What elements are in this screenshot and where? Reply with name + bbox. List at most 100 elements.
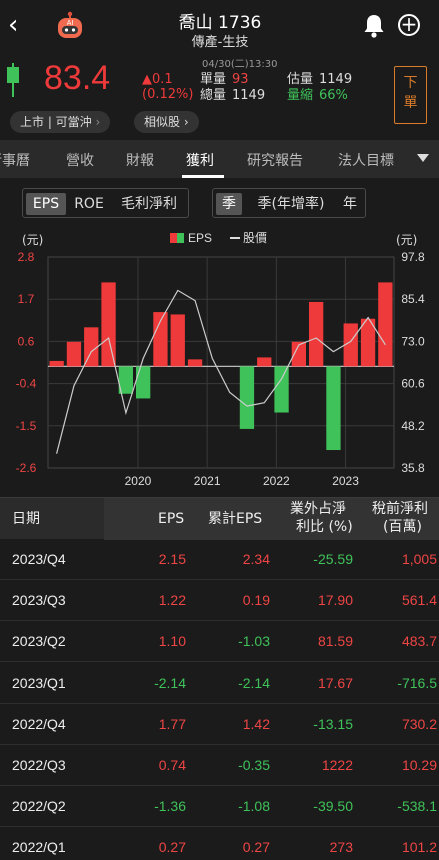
metric-margin[interactable]: 毛利淨利 — [113, 193, 185, 215]
cell-eps: 1.77 — [158, 715, 186, 732]
x-tick-label: 2022 — [263, 474, 290, 488]
eps-chart: 2.8 1.7 0.6 -0.4 -1.5 -2.6 97.8 85.4 73.0 60.6 48.… — [16, 231, 425, 488]
eps-bar — [309, 301, 324, 367]
add-watchlist-icon[interactable]: + — [398, 14, 420, 36]
est-volume-value: 1149 — [319, 72, 353, 87]
eps-bar — [274, 366, 289, 413]
similar-stocks-button[interactable]: 相似股 › — [134, 111, 199, 133]
col-date: 日期 — [12, 511, 40, 527]
metric-roe[interactable]: ROE — [70, 193, 108, 215]
order-button-label: 下單 — [403, 75, 418, 111]
cell-nonop: 273 — [329, 839, 353, 856]
col-pretax-line1: 稅前淨利 — [372, 501, 428, 517]
similar-stocks-label: 相似股 — [144, 115, 181, 129]
table-header: 日期 EPS 累計EPS 業外占淨 利比 (%) 稅前淨利 (百萬) — [0, 497, 439, 540]
table-row[interactable]: 2023/Q4 2.15 2.34 -25.59 1,005 — [0, 539, 439, 580]
period-selector: 季 季(年增率) 年 — [212, 188, 366, 218]
cell-date: 2023/Q1 — [12, 674, 66, 691]
change-value: ▲0.1 — [142, 72, 173, 87]
cell-pretax: 101.2 — [401, 839, 437, 856]
eps-bar — [378, 282, 393, 367]
cell-pretax: 730.2 — [401, 715, 437, 732]
col-cum-eps: 累計EPS — [208, 511, 263, 527]
bell-icon[interactable] — [362, 13, 386, 39]
tab-revenue[interactable]: 營收 — [66, 150, 94, 170]
tab-research[interactable]: 研究報告 — [247, 150, 303, 170]
cell-date: 2023/Q3 — [12, 592, 66, 609]
cell-eps: 2.15 — [158, 551, 186, 567]
x-tick-label: 2020 — [125, 474, 152, 488]
back-arrow-icon[interactable]: ‹ — [8, 12, 28, 40]
x-tick-label: 2023 — [332, 474, 359, 488]
order-button[interactable]: 下單 — [394, 66, 427, 124]
table-row[interactable]: 2023/Q1 -2.14 -2.14 17.67 -716.5 — [0, 663, 439, 704]
period-quarter[interactable]: 季 — [216, 193, 242, 215]
period-quarter-yoy[interactable]: 季(年增率) — [246, 193, 336, 215]
left-tick-label: 1.7 — [18, 292, 35, 306]
eps-bar — [326, 366, 341, 451]
x-tick-label: 2021 — [194, 474, 221, 488]
legend-eps-swatch-green — [177, 233, 184, 243]
eps-bar — [239, 366, 255, 429]
tab-financials[interactable]: 財報 — [126, 150, 154, 170]
col-pretax-line2: (百萬) — [383, 519, 422, 535]
eps-bar — [49, 360, 64, 367]
cell-cum: -2.14 — [238, 674, 270, 691]
total-volume-value: 1149 — [232, 88, 266, 103]
cell-eps: 0.74 — [158, 757, 186, 773]
eps-bar — [136, 366, 151, 399]
cell-nonop: -25.59 — [313, 551, 353, 567]
tab-profit[interactable]: 獲利 — [186, 150, 214, 170]
chevron-right-icon: › — [95, 115, 101, 129]
listing-tag[interactable]: 上市 | 可當沖 › — [10, 111, 111, 133]
metric-selector: EPS ROE 毛利淨利 — [22, 188, 189, 218]
eps-bar — [257, 357, 272, 367]
table-row[interactable]: 2022/Q2 -1.36 -1.08 -39.50 -538.1 — [0, 786, 439, 828]
cell-cum: 0.19 — [242, 592, 270, 609]
active-tab-indicator — [182, 175, 224, 178]
cell-eps: -2.14 — [154, 674, 186, 691]
stock-industry: 傳產-生技 — [191, 35, 249, 50]
eps-bar — [187, 359, 203, 367]
table-row[interactable]: 2022/Q3 0.74 -0.35 1222 10.29 — [0, 745, 439, 786]
single-volume-label: 單量 — [200, 72, 227, 87]
right-tick-label: 97.8 — [401, 250, 425, 264]
left-tick-label: -1.5 — [16, 419, 37, 433]
right-unit: (元) — [396, 233, 417, 247]
cell-nonop: 17.67 — [317, 674, 353, 691]
price-change: ▲0.1 (0.12%) — [142, 72, 193, 102]
cell-nonop: 81.59 — [317, 633, 353, 650]
right-tick-label: 85.4 — [401, 292, 425, 306]
caret-down-icon — [417, 154, 429, 162]
cell-date: 2023/Q4 — [12, 551, 66, 567]
left-tick-label: 0.6 — [18, 334, 35, 348]
svg-text:AI: AI — [67, 20, 74, 27]
current-price: 83.4 — [44, 59, 111, 97]
cell-pretax: -538.1 — [397, 798, 437, 815]
cell-pretax: 483.7 — [401, 633, 437, 650]
ai-robot-icon[interactable]: AI — [56, 10, 84, 40]
cell-pretax: 1,005 — [401, 551, 437, 567]
metric-eps[interactable]: EPS — [26, 193, 66, 215]
tab-calendar[interactable]: 行事曆 — [0, 150, 30, 170]
est-volume-label: 估量 — [287, 72, 314, 87]
col-eps: EPS — [158, 511, 185, 527]
table-row[interactable]: 2022/Q1 0.27 0.27 273 101.2 — [0, 827, 439, 860]
eps-bar — [101, 282, 116, 367]
cell-date: 2022/Q4 — [12, 715, 66, 732]
change-percent: (0.12%) — [142, 87, 194, 102]
cell-cum: -1.03 — [238, 633, 270, 650]
eps-bar — [66, 341, 82, 367]
period-year[interactable]: 年 — [338, 193, 362, 215]
table-row[interactable]: 2023/Q2 1.10 -1.03 81.59 483.7 — [0, 621, 439, 663]
candle-icon — [7, 63, 19, 97]
stock-title: 喬山 1736 — [178, 13, 262, 33]
left-tick-label: -2.6 — [16, 461, 37, 475]
table-row[interactable]: 2023/Q3 1.22 0.19 17.90 561.4 — [0, 580, 439, 622]
table-row[interactable]: 2022/Q4 1.77 1.42 -13.15 730.2 — [0, 704, 439, 745]
cell-nonop: -39.50 — [313, 798, 353, 815]
tab-target-price[interactable]: 法人目標 — [338, 150, 394, 170]
cell-pretax: 10.29 — [401, 757, 437, 773]
tab-more-button[interactable] — [405, 140, 439, 178]
cell-nonop: 1222 — [321, 757, 353, 773]
